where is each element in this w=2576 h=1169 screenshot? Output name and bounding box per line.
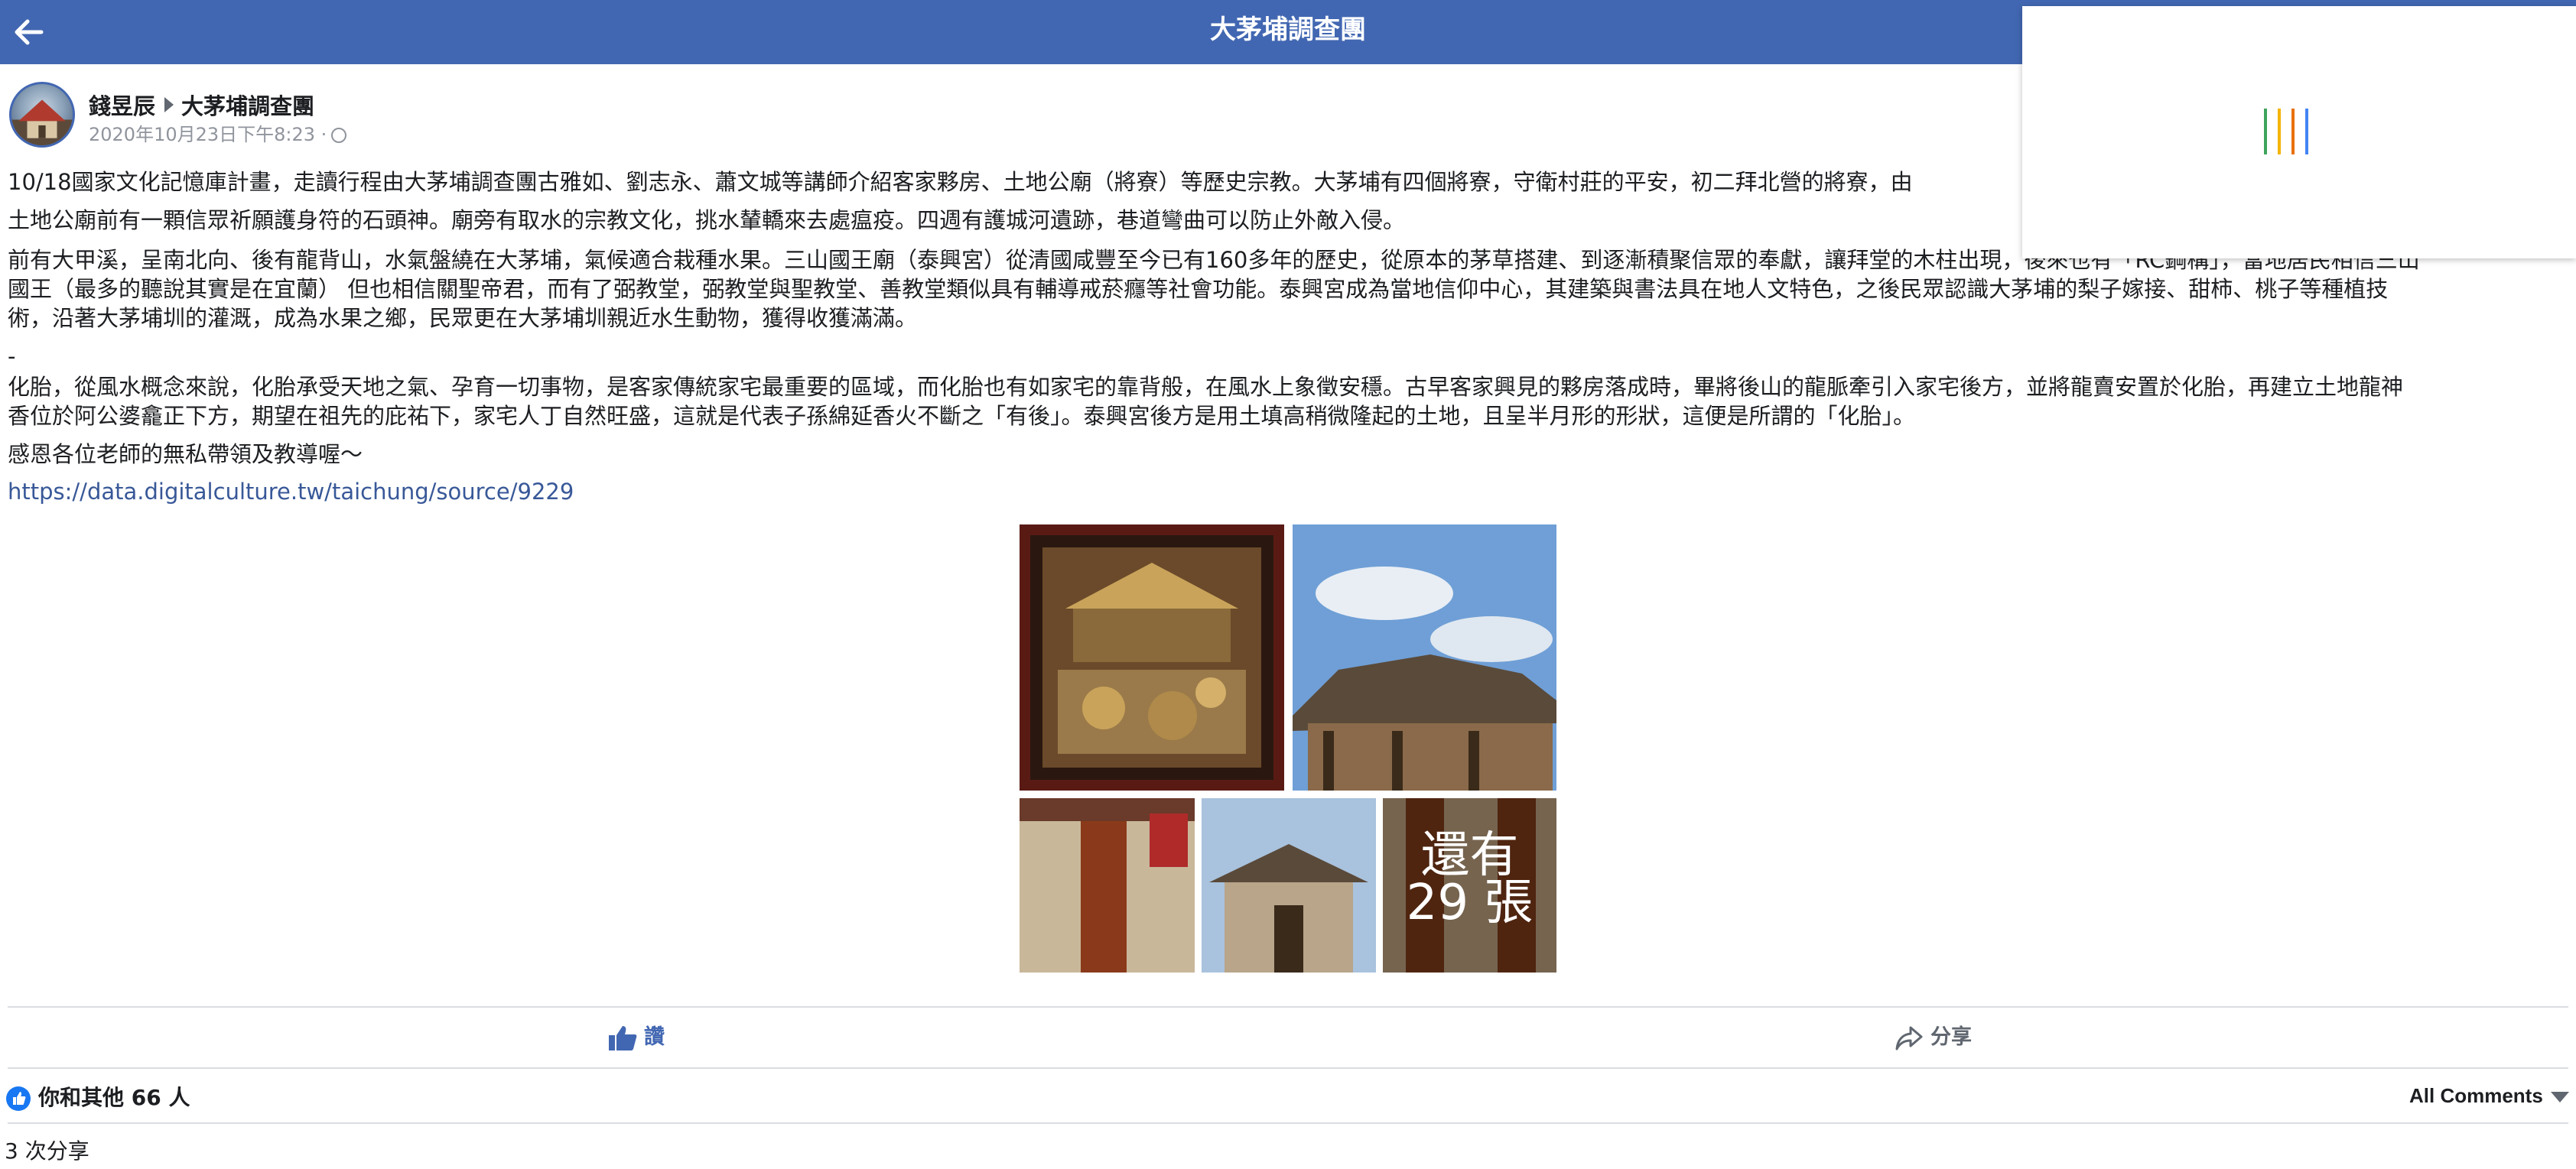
triangle-right-icon	[164, 97, 174, 112]
post-link[interactable]: https://data.digitalculture.tw/taichung/…	[8, 479, 574, 505]
likes-summary[interactable]: 你和其他 66 人	[6, 1081, 190, 1112]
share-button[interactable]: 分享	[1894, 1020, 1972, 1052]
like-button[interactable]: 讚	[607, 1020, 665, 1052]
post-text-line: 國王（最多的聽說其實是在宜蘭） 但也相信關聖帝君，而有了弼教堂，弼教堂與聖教堂、…	[8, 276, 2389, 302]
photo-carved-panel[interactable]	[1020, 524, 1284, 791]
divider	[8, 1006, 2568, 1008]
post-meta: 2020年10月23日下午8:23 ·	[89, 119, 347, 146]
loading-bar	[2278, 109, 2281, 154]
thumbs-up-icon	[609, 1025, 637, 1050]
avatar[interactable]	[9, 82, 75, 148]
loading-bar	[2264, 109, 2267, 154]
photo-more[interactable]: 還有 29 張	[1383, 798, 1556, 973]
post-text-line: 感恩各位老師的無私帶領及教導喔～	[8, 441, 363, 467]
group-name[interactable]: 大茅埔調查團	[181, 93, 314, 119]
photo-temple-roof[interactable]	[1202, 798, 1376, 973]
caret-down-icon	[2550, 1092, 2569, 1103]
like-reaction-icon	[6, 1086, 31, 1111]
share-label: 分享	[1930, 1025, 1972, 1049]
more-photos-label[interactable]: 還有 29 張	[1383, 798, 1556, 973]
share-icon	[1895, 1026, 1923, 1050]
post-text-line: -	[8, 343, 16, 369]
photo-temple-sky[interactable]	[1293, 524, 1556, 791]
photo-pillar[interactable]	[1020, 798, 1195, 973]
divider	[8, 1067, 2568, 1069]
divider	[8, 1122, 2568, 1124]
author-name[interactable]: 錢昱辰	[89, 93, 155, 119]
post-text-line: 化胎，從風水概念來說，化胎承受天地之氣、孕育一切事物，是客家傳統家宅最重要的區域…	[8, 374, 2404, 400]
all-comments-label: All Comments	[2409, 1084, 2543, 1107]
globe-icon	[331, 128, 347, 143]
loading-popup	[2022, 6, 2576, 258]
like-label: 讚	[644, 1025, 665, 1049]
all-comments-dropdown[interactable]: All Comments	[2409, 1084, 2569, 1108]
post-text-line: 香位於阿公婆龕正下方，期望在祖先的庇祐下，家宅人丁自然旺盛，這就是代表子孫綿延香…	[8, 403, 1916, 429]
loading-bar	[2291, 109, 2295, 154]
shares-count[interactable]: 3 次分享	[5, 1135, 89, 1165]
post-author-line: 錢昱辰 大茅埔調查團	[89, 89, 314, 121]
post-timestamp[interactable]: 2020年10月23日下午8:23 ·	[89, 124, 327, 145]
likes-count: 你和其他 66 人	[38, 1085, 190, 1110]
post-text-line: 術，沿著大茅埔圳的灌溉，成為水果之鄉，民眾更在大茅埔圳親近水生動物，獲得收獲滿滿…	[8, 305, 918, 331]
loading-bar	[2305, 109, 2308, 154]
